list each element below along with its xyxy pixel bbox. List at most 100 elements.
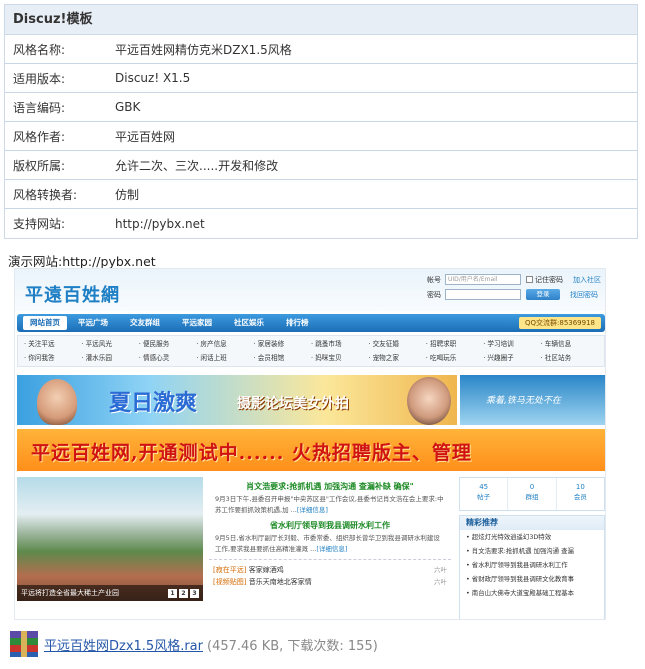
- remember-label: 记住密码: [535, 275, 563, 284]
- info-value: 允许二次、三次.....开发和修改: [115, 158, 279, 173]
- nav-item[interactable]: 社区娱乐: [223, 314, 275, 332]
- sub-nav-item[interactable]: · 房产信息: [196, 338, 253, 351]
- slide-page-button[interactable]: 1: [168, 589, 177, 598]
- sub-nav-item[interactable]: · 吃喝玩乐: [426, 352, 483, 365]
- model-photo: [37, 379, 77, 425]
- recommend-item[interactable]: • 省水利厅领导到我县调研水利工作: [460, 558, 604, 572]
- account-label: 帐号: [427, 275, 441, 284]
- info-key: 风格转换者:: [13, 187, 78, 202]
- rar-archive-icon: [10, 631, 38, 657]
- info-row: 风格作者: 平远百姓网: [5, 122, 637, 151]
- sub-nav-item[interactable]: · 家居装修: [254, 338, 311, 351]
- attachment: 平远百姓网Dzx1.5风格.rar (457.46 KB, 下载次数: 155): [10, 631, 378, 657]
- recommend-item[interactable]: • 省财政厅领导到我县调研文化教育事: [460, 572, 604, 586]
- sub-nav-item[interactable]: · 交友征婚: [368, 338, 425, 351]
- more-link[interactable]: [详细信息]: [316, 545, 347, 553]
- slideshow[interactable]: 平远将打造全省最大稀土产业园 1 2 3: [17, 477, 203, 601]
- info-row: 风格转换者: 仿制: [5, 180, 637, 209]
- template-info-table: Discuz!模板 风格名称: 平远百姓网精仿克米DZX1.5风格 适用版本: Di…: [4, 4, 638, 239]
- info-value: Discuz! X1.5: [115, 71, 191, 85]
- sub-nav-item[interactable]: · 情感心灵: [139, 352, 196, 365]
- main-nav: 网站首页 平远广场 交友群组 平远家园 社区娱乐 排行榜 QQ交流群:85369…: [17, 314, 605, 332]
- news-headline[interactable]: 肖文浩要求:抢抓机遇 加强沟通 查漏补缺 确保": [209, 481, 451, 492]
- stat-posts: 45 帖子: [460, 478, 509, 510]
- info-key: 版权所属:: [13, 158, 66, 173]
- model-photo: [407, 377, 451, 425]
- sub-nav-item[interactable]: · 妈咪宝贝: [311, 352, 368, 365]
- sub-nav-item[interactable]: · 你问我答: [24, 352, 81, 365]
- sub-nav-item[interactable]: · 车辆信息: [541, 338, 598, 351]
- sub-nav-item[interactable]: · 学习培训: [483, 338, 540, 351]
- preview-screenshot[interactable]: 平遠百姓網 帐号 UID/用户名/Email 记住密码 加入社区 密码 登录 找…: [14, 268, 606, 620]
- side-banner[interactable]: 乘着,铁马无处不在: [460, 375, 605, 425]
- banner-subtitle: 摄影论坛美女外拍: [237, 396, 349, 412]
- info-row: 支持网站: http://pybx.net: [5, 209, 637, 238]
- sub-nav-item[interactable]: · 关注平远: [24, 338, 81, 351]
- sub-nav-item[interactable]: · 灌水乐园: [81, 352, 138, 365]
- sub-nav-item[interactable]: · 兴趣圈子: [483, 352, 540, 365]
- account-input[interactable]: UID/用户名/Email: [445, 274, 521, 285]
- summer-banner[interactable]: 夏日激爽 摄影论坛美女外拍: [17, 375, 457, 425]
- info-key: 风格作者:: [13, 129, 66, 144]
- info-key: 适用版本:: [13, 71, 66, 86]
- news-summary: 9月3日下午,县委召开申报"中央苏区县"工作会议,县委书记肖文浩在会上要求:中苏…: [215, 495, 444, 514]
- more-link[interactable]: [详细信息]: [297, 506, 328, 514]
- sub-nav-item[interactable]: · 会员相馆: [254, 352, 311, 365]
- sub-nav-item[interactable]: · 社区站务: [541, 352, 598, 365]
- recommend-item[interactable]: • 超炫灯光特效逍遥幻3D特效: [460, 530, 604, 544]
- attachment-meta: (457.46 KB, 下载次数: 155): [207, 638, 378, 654]
- nav-item[interactable]: 排行榜: [275, 314, 320, 332]
- recruit-banner[interactable]: 平远百姓网,开通测试中...... 火热招聘版主、管理: [17, 429, 605, 471]
- site-logo[interactable]: 平遠百姓網: [25, 281, 120, 307]
- sub-nav-item[interactable]: · 招聘求职: [426, 338, 483, 351]
- nav-item[interactable]: 平远广场: [67, 314, 119, 332]
- news-headline[interactable]: 省水利厅领导到我县调研水利工作: [209, 520, 451, 531]
- nav-item[interactable]: 交友群组: [119, 314, 171, 332]
- password-label: 密码: [427, 290, 441, 299]
- sub-nav-item[interactable]: · 跳蚤市场: [311, 338, 368, 351]
- attachment-link[interactable]: 平远百姓网Dzx1.5风格.rar: [44, 635, 203, 654]
- info-value: GBK: [115, 100, 141, 114]
- forgot-password-link[interactable]: 找回密码: [570, 290, 598, 300]
- sub-nav-item[interactable]: · 闲话上班: [196, 352, 253, 365]
- info-title: Discuz!模板: [5, 5, 637, 35]
- nav-item[interactable]: 平远家园: [171, 314, 223, 332]
- login-button[interactable]: 登录: [526, 289, 560, 300]
- banner-title: 夏日激爽: [109, 391, 198, 416]
- info-key: 语言编码:: [13, 100, 66, 115]
- info-row: 风格名称: 平远百姓网精仿克米DZX1.5风格: [5, 35, 637, 64]
- info-value: 平远百姓网: [115, 129, 176, 144]
- info-value[interactable]: http://pybx.net: [115, 217, 205, 231]
- stat-members: 10 会员: [573, 483, 587, 501]
- preview-header: 平遠百姓網 帐号 UID/用户名/Email 记住密码 加入社区 密码 登录 找…: [15, 269, 605, 311]
- slide-page-button[interactable]: 2: [179, 589, 188, 598]
- qq-group-badge: QQ交流群:85369918: [518, 317, 601, 329]
- site-stats: 45 帖子 0 群组 10 会员: [459, 477, 605, 511]
- sub-nav-item[interactable]: · 宠物之家: [368, 352, 425, 365]
- recruit-banner-text: 平远百姓网,开通测试中...... 火热招聘版主、管理: [31, 442, 472, 464]
- slide-page-button[interactable]: 3: [190, 589, 199, 598]
- password-input[interactable]: [445, 289, 521, 300]
- info-row: 适用版本: Discuz! X1.5: [5, 64, 637, 93]
- info-row: 版权所属: 允许二次、三次.....开发和修改: [5, 151, 637, 180]
- sub-nav-item[interactable]: · 平远风光: [81, 338, 138, 351]
- info-row: 语言编码: GBK: [5, 93, 637, 122]
- remember-checkbox[interactable]: [526, 276, 533, 283]
- info-key: 风格名称:: [13, 42, 66, 57]
- sub-nav: · 关注平远 · 平远风光 · 便民服务 · 房产信息 · 家居装修 · 跳蚤市…: [17, 335, 605, 367]
- recommend-item[interactable]: • 南台山大佛寺大道宝殿基础工程基本: [460, 586, 604, 600]
- recommend-item[interactable]: • 肖文浩要求:抢抓机遇 加强沟通 查漏: [460, 544, 604, 558]
- divider: [209, 559, 451, 560]
- stat-groups: 0 群组: [508, 478, 557, 510]
- register-link[interactable]: 加入社区: [573, 275, 601, 285]
- recommend-box: 精彩推荐 • 超炫灯光特效逍遥幻3D特效 • 肖文浩要求:抢抓机遇 加强沟通 查…: [459, 515, 605, 619]
- nav-item-home[interactable]: 网站首页: [23, 316, 67, 330]
- list-item[interactable]: [视频贴图] 音乐天南地北客家情 六叶: [209, 576, 451, 588]
- info-value: 平远百姓网精仿克米DZX1.5风格: [115, 42, 292, 57]
- list-item[interactable]: [寂在平远] 客家嫁酒鸡 六叶: [209, 564, 451, 576]
- news-summary: 9月5日,省水利厅副厅长刘毅、市委常委、组织部长曾华卫到我县调研水利建设工作,要…: [215, 534, 440, 553]
- sub-nav-item[interactable]: · 便民服务: [139, 338, 196, 351]
- login-box: 帐号 UID/用户名/Email 记住密码 加入社区 密码 登录 找回密码: [427, 273, 601, 303]
- news-panel: 肖文浩要求:抢抓机遇 加强沟通 查漏补缺 确保" 9月3日下午,县委召开申报"中…: [209, 477, 451, 619]
- info-value: 仿制: [115, 187, 140, 202]
